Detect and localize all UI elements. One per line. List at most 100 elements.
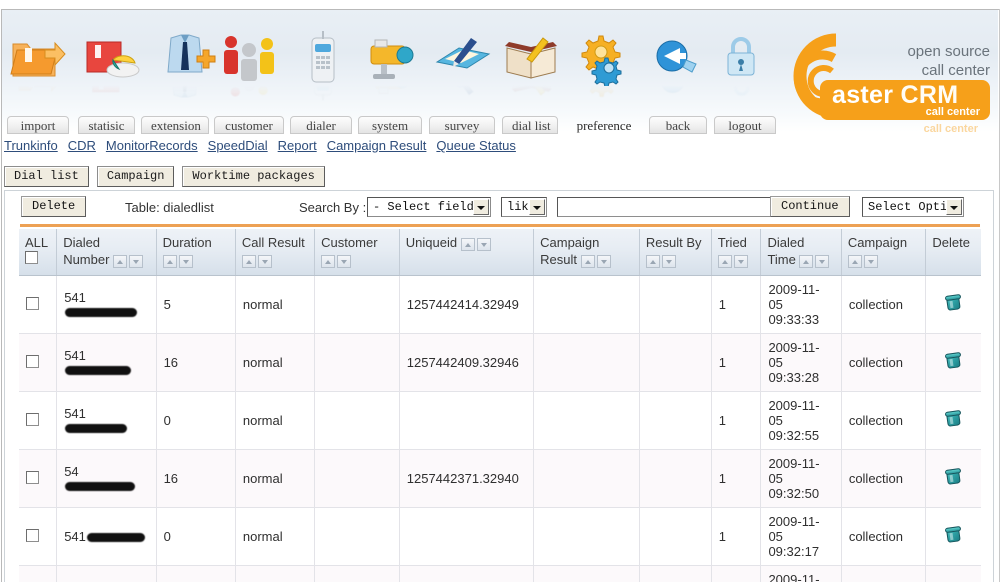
sort-ascending-icon[interactable] [847,255,862,269]
sort-controls[interactable] [241,252,274,269]
column-header-dialed-time[interactable]: Dialed Time [760,229,842,277]
sort-controls[interactable] [847,252,880,269]
sort-ascending-icon[interactable] [460,238,475,252]
sub-link-monitorrecords[interactable]: MonitorRecords [106,138,198,153]
sort-descending-icon[interactable] [476,238,491,252]
sort-descending-icon[interactable] [661,255,676,269]
top-nav-tabs[interactable]: import statisic extension customer dialer sys… [2,116,998,136]
sort-controls[interactable] [321,252,353,269]
cell-all[interactable] [19,565,58,582]
nav-icon-extension[interactable] [149,30,219,98]
sub-links-row[interactable]: Trunkinfo CDR MonitorRecords SpeedDial Repor… [4,138,994,156]
nav-icon-system[interactable] [357,30,427,96]
mode-button-bar[interactable]: Dial list Campaign Worktime packages [4,166,994,188]
cell-delete[interactable] [925,275,981,335]
continue-button[interactable]: Continue [770,196,850,217]
sub-link-speeddial[interactable]: SpeedDial [208,138,268,153]
sort-ascending-icon[interactable] [799,255,814,269]
sort-descending-icon[interactable] [733,255,748,269]
sort-ascending-icon[interactable] [113,255,128,269]
sort-ascending-icon[interactable] [241,255,256,269]
sort-descending-icon[interactable] [129,255,144,269]
delete-row-icon[interactable] [944,351,962,369]
cell-delete[interactable] [925,507,981,567]
sort-ascending-icon[interactable] [717,255,732,269]
top-nav-tab-logout[interactable]: logout [714,116,776,134]
sort-controls[interactable] [799,252,831,269]
mode-button-worktime-packages[interactable]: Worktime packages [182,166,325,187]
sort-controls[interactable] [113,252,145,269]
sub-link-cdr[interactable]: CDR [68,138,96,153]
column-header-dialed-number[interactable]: Dialed Number [56,229,157,277]
sort-controls[interactable] [460,235,493,252]
row-select-checkbox[interactable] [26,354,39,368]
column-header-uniqueid[interactable]: Uniqueid [399,229,535,277]
sort-ascending-icon[interactable] [321,255,336,269]
top-nav-tab-survey[interactable]: survey [429,116,495,134]
top-nav-tab-back[interactable]: back [649,116,707,134]
nav-icon-import[interactable] [5,30,75,96]
nav-icon-customer[interactable] [215,30,285,97]
delete-row-icon[interactable] [944,467,962,485]
sort-descending-icon[interactable] [337,255,352,269]
column-header-campaign-result[interactable]: Campaign Result [533,229,640,277]
row-select-checkbox[interactable] [26,528,39,542]
cell-all[interactable] [19,449,58,509]
sub-link-campaign-result[interactable]: Campaign Result [327,138,427,153]
cell-delete[interactable] [925,333,981,393]
sort-ascending-icon[interactable] [162,255,177,269]
cell-delete[interactable] [925,565,981,582]
top-nav-tab-dial-list[interactable]: dial list [502,116,558,134]
delete-row-icon[interactable] [944,293,962,311]
nav-icon-survey[interactable] [427,30,497,96]
delete-row-icon[interactable] [944,409,962,427]
cell-all[interactable] [19,333,58,393]
nav-icon-dial-list[interactable] [499,30,569,96]
cell-delete[interactable] [925,449,981,509]
sort-controls[interactable] [580,252,613,269]
column-header-duration[interactable]: Duration [156,229,236,277]
delete-button[interactable]: Delete [21,196,87,217]
nav-icon-preference[interactable] [569,30,639,97]
row-select-checkbox[interactable] [26,412,39,426]
delete-row-icon[interactable] [944,525,962,543]
column-header-campaign[interactable]: Campaign [841,229,927,277]
cell-all[interactable] [19,275,58,335]
top-nav-tab-extension[interactable]: extension [141,116,209,134]
top-nav-tab-dialer[interactable]: dialer [290,116,352,134]
sub-link-queue-status[interactable]: Queue Status [436,138,516,153]
row-select-checkbox[interactable] [26,296,39,310]
top-nav-tab-system[interactable]: system [358,116,422,134]
column-header-result-by[interactable]: Result By [639,229,712,277]
sort-descending-icon[interactable] [257,255,272,269]
sort-descending-icon[interactable] [863,255,878,269]
sort-descending-icon[interactable] [596,255,611,269]
column-header-call-result[interactable]: Call Result [235,229,316,277]
column-header-customer[interactable]: Customer [314,229,400,277]
cell-all[interactable] [19,391,58,451]
top-nav-tab-import[interactable]: import [7,116,69,134]
sort-ascending-icon[interactable] [580,255,595,269]
sort-controls[interactable] [645,252,678,269]
nav-icon-back[interactable] [640,30,710,96]
top-nav-tab-preference[interactable]: preference [564,116,644,134]
top-nav-tab-statisic[interactable]: statisic [78,116,135,134]
select-all-checkbox[interactable] [25,251,38,264]
sub-link-trunkinfo[interactable]: Trunkinfo [4,138,58,153]
mode-button-dial-list[interactable]: Dial list [4,166,89,187]
cell-delete[interactable] [925,391,981,451]
nav-icon-statisic[interactable] [77,30,147,96]
mode-button-campaign[interactable]: Campaign [96,166,175,187]
nav-icon-dialer[interactable] [288,30,358,101]
sort-descending-icon[interactable] [815,255,830,269]
sort-controls[interactable] [717,252,750,269]
sort-ascending-icon[interactable] [645,255,660,269]
search-input[interactable] [557,197,772,217]
select-option-dropdown[interactable]: Select Option [862,197,964,217]
top-nav-tab-customer[interactable]: customer [214,116,284,134]
search-operator-select[interactable]: like [501,197,547,217]
row-select-checkbox[interactable] [26,470,39,484]
sort-controls[interactable] [162,252,195,269]
cell-all[interactable] [19,507,58,567]
sub-link-report[interactable]: Report [278,138,317,153]
